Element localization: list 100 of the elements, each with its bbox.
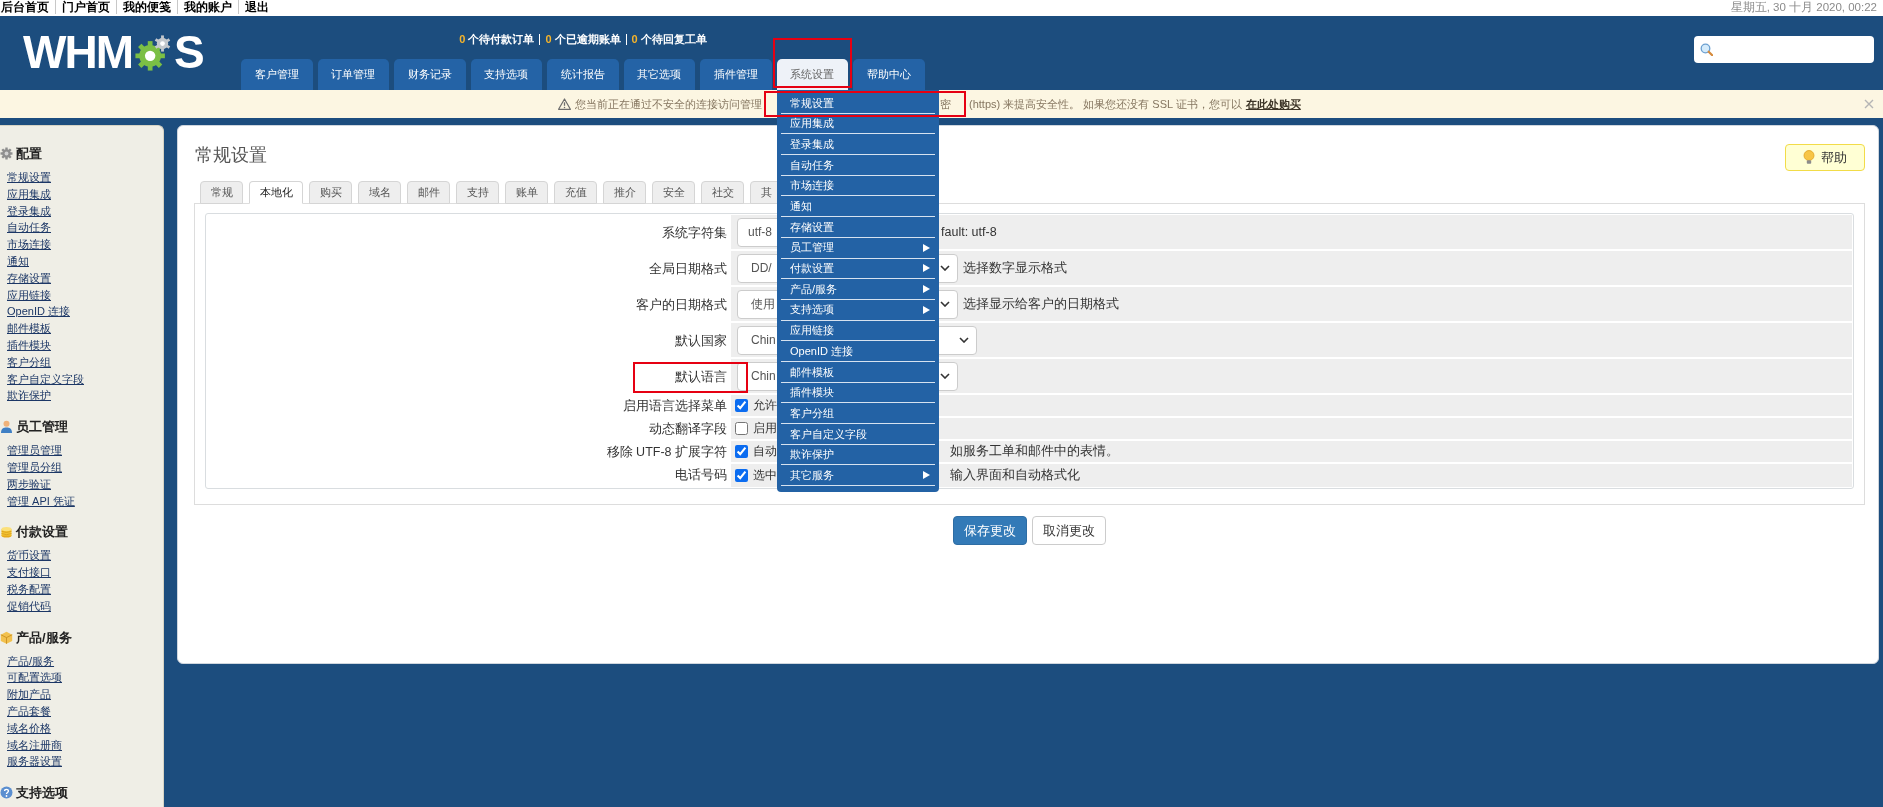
sidebar-link[interactable]: 域名价格 (7, 719, 51, 737)
section-heading: 支持选项 (16, 784, 68, 802)
settings-tab[interactable]: 安全 (652, 181, 695, 204)
nav-tab[interactable]: 系统设置 (776, 59, 848, 90)
top-link[interactable]: 后台首页 (0, 0, 55, 14)
top-link[interactable]: 退出 (238, 0, 275, 14)
menu-item[interactable]: 自动任务 (781, 155, 935, 176)
nav-tab[interactable]: 插件管理 (700, 59, 772, 90)
sidebar-link[interactable]: 市场连接 (7, 236, 51, 253)
field-label: 移除 UTF-8 扩展字符 (606, 444, 727, 462)
nav-tab[interactable]: 统计报告 (547, 59, 619, 90)
menu-item[interactable]: 产品/服务 (781, 279, 935, 300)
help-button[interactable]: 帮助 (1785, 144, 1865, 171)
chevron-down-icon (959, 337, 969, 343)
nav-tab[interactable]: 支持选项 (470, 59, 542, 90)
nav-tab[interactable]: 帮助中心 (853, 59, 925, 90)
sidebar-link[interactable]: 欺诈保护 (7, 387, 51, 405)
sidebar-link[interactable]: 应用链接 (7, 286, 51, 304)
menu-item[interactable]: 其它服务 (781, 465, 935, 487)
menu-item[interactable]: 市场连接 (781, 175, 935, 197)
field-note: fault: utf-8 (941, 223, 997, 241)
menu-item[interactable]: 客户分组 (781, 403, 935, 424)
sidebar-link[interactable]: 常规设置 (7, 169, 51, 186)
sidebar-link[interactable]: 税务配置 (7, 580, 51, 598)
sidebar-link[interactable]: 应用集成 (7, 185, 51, 203)
sidebar-link[interactable]: 支付接口 (7, 564, 51, 581)
nav-tab[interactable]: 财务记录 (394, 59, 466, 90)
menu-item[interactable]: OpenID 连接 (781, 341, 935, 362)
question-icon (0, 786, 13, 800)
menu-item[interactable]: 常规设置 (781, 93, 935, 114)
menu-item[interactable]: 欺诈保护 (781, 444, 935, 466)
sidebar-link[interactable]: 客户分组 (7, 353, 51, 371)
top-link[interactable]: 我的账户 (177, 0, 238, 14)
menu-item[interactable]: 邮件模板 (781, 361, 935, 383)
search-field[interactable] (1694, 36, 1874, 63)
settings-tab[interactable]: 社交 (701, 181, 744, 204)
settings-tab[interactable]: 邮件 (407, 181, 450, 204)
sidebar-link[interactable]: 促销代码 (7, 597, 51, 615)
logo-text: S (173, 31, 203, 73)
sidebar-link[interactable]: 插件模块 (7, 336, 51, 354)
sidebar-link[interactable]: 自动任务 (7, 219, 51, 237)
checkbox-label: 自动 (753, 443, 777, 459)
top-link[interactable]: 我的便笺 (116, 0, 177, 14)
nav-tab[interactable]: 订单管理 (317, 59, 389, 90)
field-label: 系统字符集 (662, 224, 727, 242)
settings-tab[interactable]: 账单 (505, 181, 548, 204)
sidebar-link[interactable]: OpenID 连接 (7, 303, 70, 321)
checkbox[interactable] (735, 445, 748, 458)
sidebar-link[interactable]: 两步验证 (7, 475, 51, 493)
field-label: 电话号码 (675, 467, 727, 485)
sidebar-link[interactable]: 管理员分组 (7, 458, 62, 476)
field-label: 默认语言 (675, 368, 727, 386)
menu-item[interactable]: 登录集成 (781, 134, 935, 156)
sidebar-link[interactable]: 通知 (7, 253, 29, 270)
sidebar-link[interactable]: 管理 API 凭证 (7, 492, 75, 510)
top-link[interactable]: 门户首页 (55, 0, 116, 14)
stat-label: 个待回复工单 (640, 33, 707, 46)
checkbox[interactable] (735, 422, 748, 435)
stat-label: 个待付款订单 (468, 33, 535, 46)
menu-item[interactable]: 支持选项 (781, 299, 935, 321)
checkbox[interactable] (735, 399, 748, 412)
settings-tab[interactable]: 推介 (603, 181, 646, 204)
checkbox-label: 启用 (753, 420, 777, 436)
warning-text: 您当前正在通过不安全的连接访问管理 (575, 96, 762, 112)
menu-item[interactable]: 员工管理 (781, 237, 935, 259)
menu-item[interactable]: 存储设置 (781, 217, 935, 238)
sidebar-link[interactable]: 附加产品 (7, 686, 51, 703)
cancel-button[interactable]: 取消更改 (1032, 516, 1106, 545)
sidebar-link[interactable]: 邮件模板 (7, 320, 51, 337)
nav-tab[interactable]: 客户管理 (241, 59, 313, 90)
settings-tab[interactable]: 充值 (554, 181, 597, 204)
menu-item[interactable]: 付款设置 (781, 258, 935, 280)
menu-item[interactable]: 应用集成 (781, 113, 935, 135)
checkbox[interactable] (735, 469, 748, 482)
settings-tab[interactable]: 本地化 (249, 181, 303, 204)
menu-item[interactable]: 插件模块 (781, 382, 935, 404)
sidebar-link[interactable]: 可配置选项 (7, 669, 62, 687)
sidebar-link[interactable]: 产品套餐 (7, 702, 51, 720)
nav-tab[interactable]: 其它选项 (623, 59, 695, 90)
settings-tab[interactable]: 域名 (358, 181, 401, 204)
sidebar-link[interactable]: 客户自定义字段 (7, 370, 84, 388)
sidebar-link[interactable]: 产品/服务 (7, 652, 55, 670)
sidebar-link[interactable]: 管理员管理 (7, 442, 62, 459)
menu-item[interactable]: 客户自定义字段 (781, 424, 935, 445)
settings-tab[interactable]: 购买 (309, 181, 352, 204)
sidebar-link[interactable]: 域名注册商 (7, 736, 62, 754)
sidebar-link[interactable]: 存储设置 (7, 269, 51, 287)
sidebar-link[interactable]: 服务器设置 (7, 753, 62, 771)
sidebar-link[interactable]: 登录集成 (7, 202, 51, 220)
settings-tab[interactable]: 常规 (200, 181, 243, 204)
menu-item[interactable]: 应用链接 (781, 320, 935, 342)
sidebar-link[interactable]: 货币设置 (7, 547, 51, 565)
settings-tab[interactable]: 支持 (456, 181, 499, 204)
field-label: 动态翻译字段 (649, 421, 727, 439)
buy-ssl-link[interactable]: 在此处购买 (1245, 95, 1301, 113)
warning-text: 密 (940, 96, 951, 112)
save-button[interactable]: 保存更改 (953, 516, 1027, 545)
person-icon (0, 420, 13, 434)
date-time: 星期五, 30 十月 2020, 00:22 (1730, 0, 1878, 14)
menu-item[interactable]: 通知 (781, 196, 935, 218)
